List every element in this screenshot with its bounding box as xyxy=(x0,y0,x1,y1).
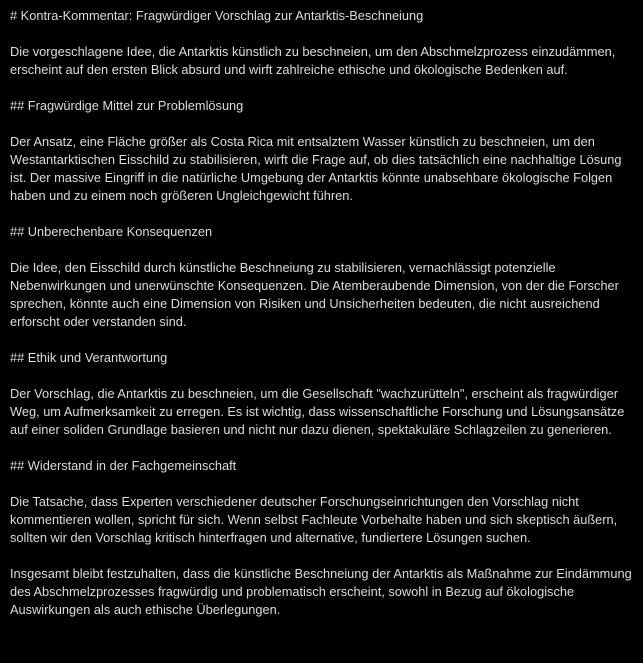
section-paragraph: Die Idee, den Eisschild durch künstliche… xyxy=(10,260,619,329)
conclusion-paragraph: Insgesamt bleibt festzuhalten, dass die … xyxy=(10,566,632,617)
section-heading: ## Unberechenbare Konsequenzen xyxy=(10,224,213,239)
document-title: # Kontra-Kommentar: Fragwürdiger Vorschl… xyxy=(10,8,424,23)
section-heading: ## Widerstand in der Fachgemeinschaft xyxy=(10,458,237,473)
section-paragraph: Der Ansatz, eine Fläche größer als Costa… xyxy=(10,134,622,203)
section-paragraph: Der Vorschlag, die Antarktis zu beschnei… xyxy=(10,386,625,437)
section-paragraph: Die Tatsache, dass Experten verschiedene… xyxy=(10,494,618,545)
document-body: # Kontra-Kommentar: Fragwürdiger Vorschl… xyxy=(0,0,643,663)
section-heading: ## Fragwürdige Mittel zur Problemlösung xyxy=(10,98,244,113)
intro-paragraph: Die vorgeschlagene Idee, die Antarktis k… xyxy=(10,44,616,77)
section-heading: ## Ethik und Verantwortung xyxy=(10,350,168,365)
